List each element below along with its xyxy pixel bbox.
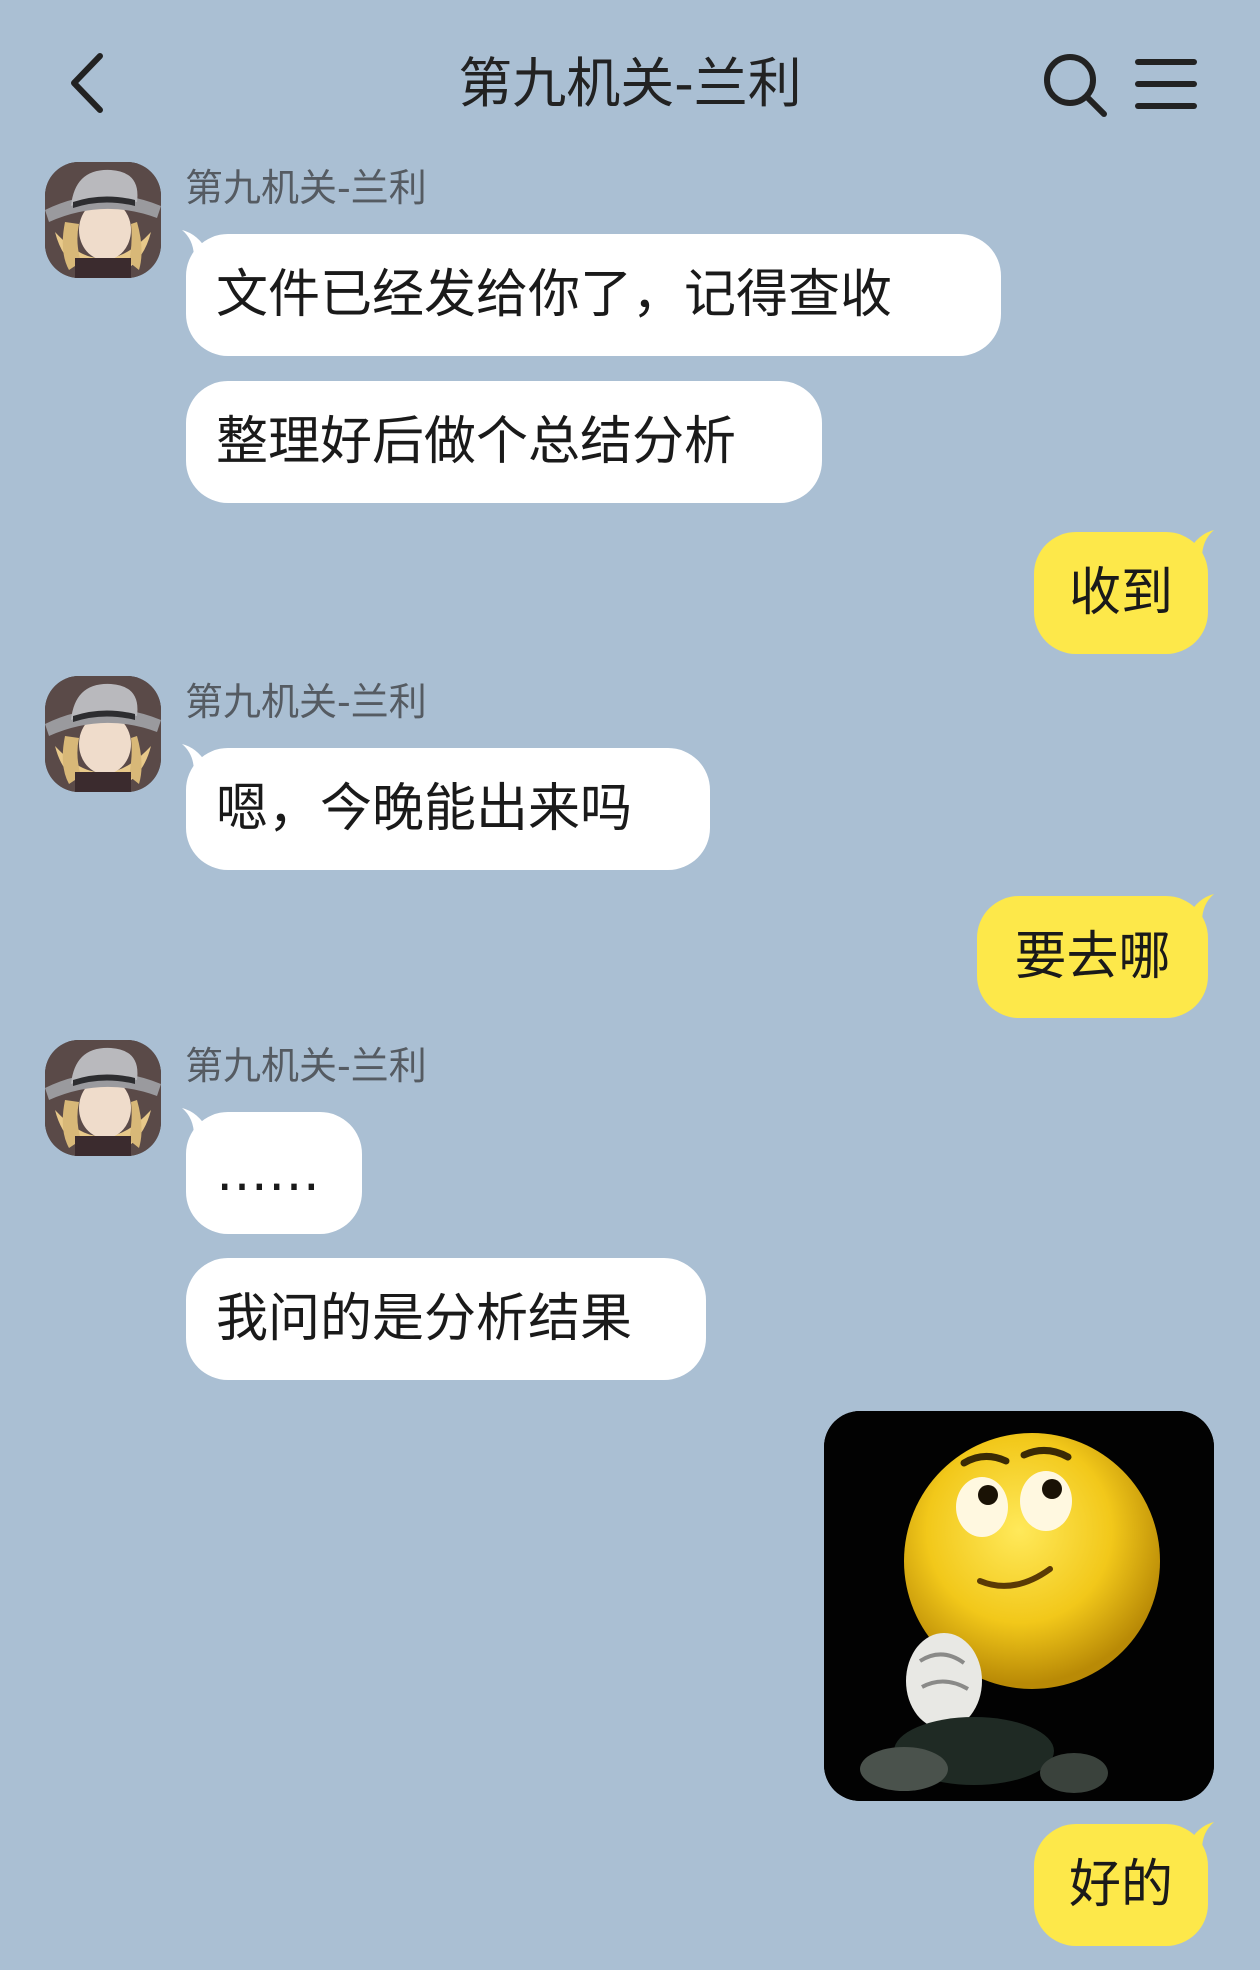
message-bubble-incoming[interactable]: 整理好后做个总结分析 (186, 381, 822, 503)
sender-name: 第九机关-兰利 (185, 680, 427, 724)
message-bubble-outgoing[interactable]: 好的 (1034, 1824, 1208, 1946)
sender-name: 第九机关-兰利 (185, 1044, 427, 1088)
sender-name: 第九机关-兰利 (185, 166, 427, 210)
search-icon[interactable] (1040, 50, 1110, 120)
message-bubble-incoming[interactable]: 文件已经发给你了，记得查收 (186, 234, 1001, 356)
message-bubble-outgoing[interactable]: 收到 (1034, 532, 1208, 654)
message-bubble-incoming[interactable]: 嗯，今晚能出来吗 (186, 748, 710, 870)
menu-icon[interactable] (1134, 54, 1198, 114)
sticker-image[interactable] (824, 1411, 1214, 1801)
avatar[interactable] (45, 676, 161, 792)
message-bubble-outgoing[interactable]: 要去哪 (977, 896, 1208, 1018)
message-bubble-incoming[interactable]: 我问的是分析结果 (186, 1258, 706, 1380)
avatar[interactable] (45, 1040, 161, 1156)
avatar[interactable] (45, 162, 161, 278)
chat-header: 第九机关-兰利 (0, 0, 1260, 160)
message-bubble-incoming[interactable]: …… (186, 1112, 362, 1234)
